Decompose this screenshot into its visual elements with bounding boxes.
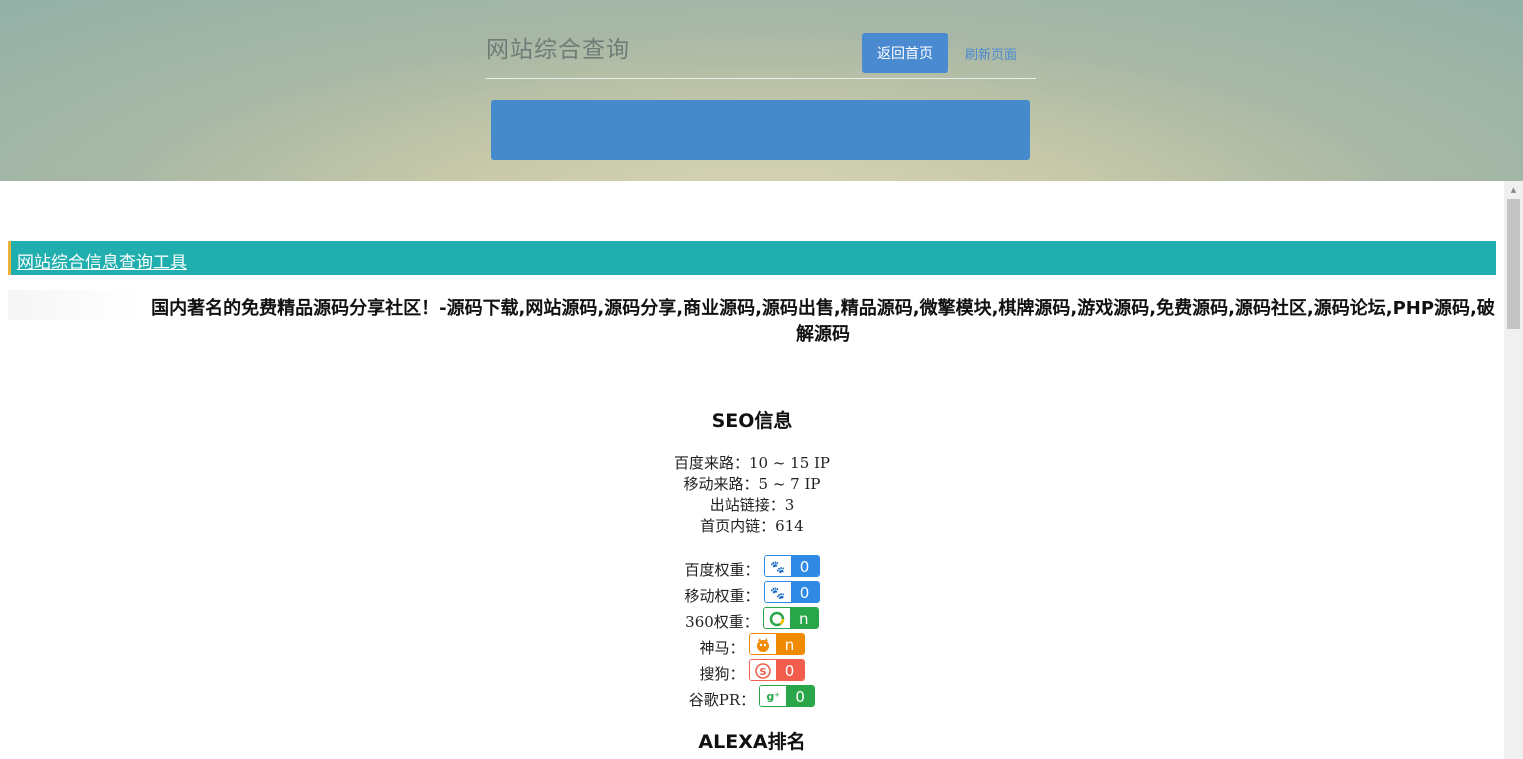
page-header: 网站综合查询 返回首页 刷新页面	[0, 0, 1523, 181]
weight-value: n	[775, 633, 804, 654]
home-button[interactable]: 返回首页	[862, 33, 948, 73]
weight-value: 0	[790, 555, 819, 576]
google-weight-badge[interactable]: g⁺ 0	[759, 684, 816, 707]
mobile-weight-badge[interactable]: 🐾 0	[763, 580, 820, 603]
google-plus-icon: g⁺	[760, 685, 787, 706]
sogou-icon: S	[749, 659, 776, 680]
baidu-paw-icon: 🐾	[764, 555, 791, 576]
shenma-icon	[749, 633, 776, 654]
seo-info-line: 首页内链：614	[700, 517, 804, 535]
weight-row-mobile: 移动权重： 🐾 0	[0, 577, 1504, 606]
weight-label: 百度权重：	[684, 561, 760, 579]
seo-info-line: 百度来路：10 ~ 15 IP	[673, 454, 831, 472]
svg-text:S: S	[759, 667, 766, 678]
weight-label: 谷歌PR：	[688, 691, 756, 709]
weight-row-shenma: 神马： n	[0, 629, 1504, 658]
weight-row-360: 360权重： n	[0, 603, 1504, 632]
360-weight-badge[interactable]: n	[762, 606, 819, 629]
baidu-weight-badge[interactable]: 🐾 0	[763, 554, 820, 577]
weight-row-sogou: 搜狗： S 0	[0, 655, 1504, 684]
360-icon	[763, 607, 790, 628]
shenma-weight-badge[interactable]: n	[748, 632, 805, 655]
header-divider	[486, 78, 1036, 79]
site-title: 网站综合查询	[486, 37, 630, 63]
weight-row-google: 谷歌PR： g⁺ 0	[0, 681, 1504, 710]
scroll-thumb[interactable]	[1507, 199, 1520, 329]
tool-title-link[interactable]: 网站综合信息查询工具	[17, 248, 187, 273]
seo-info-line: 移动来路：5 ~ 7 IP	[683, 475, 821, 493]
weight-label: 360权重：	[685, 613, 759, 631]
refresh-link[interactable]: 刷新页面	[965, 44, 1017, 63]
weight-label: 神马：	[699, 639, 745, 657]
site-logo	[8, 290, 138, 320]
seo-info-line: 出站链接：3	[709, 496, 795, 514]
sogou-weight-badge[interactable]: S 0	[748, 658, 805, 681]
weight-value: 0	[790, 581, 819, 602]
weight-label: 移动权重：	[684, 587, 760, 605]
weight-label: 搜狗：	[699, 665, 745, 683]
seo-section-title: SEO信息	[711, 410, 793, 432]
weight-value: 0	[775, 659, 804, 680]
site-description: 国内著名的免费精品源码分享社区！-源码下载,网站源码,源码分享,商业源码,源码出…	[151, 298, 1495, 345]
weight-value: 0	[786, 685, 815, 706]
header-inner: 网站综合查询 返回首页 刷新页面	[486, 0, 1036, 181]
baidu-mobile-icon: 🐾	[764, 581, 791, 602]
weight-row-baidu: 百度权重： 🐾 0	[0, 551, 1504, 580]
search-panel	[491, 100, 1030, 160]
weight-value: n	[789, 607, 818, 628]
alexa-section-title: ALEXA排名	[698, 731, 806, 753]
tool-title-bar: 网站综合信息查询工具	[8, 241, 1496, 275]
vertical-scrollbar[interactable]: ▲	[1504, 181, 1523, 759]
scroll-up-arrow-icon[interactable]: ▲	[1504, 181, 1523, 198]
